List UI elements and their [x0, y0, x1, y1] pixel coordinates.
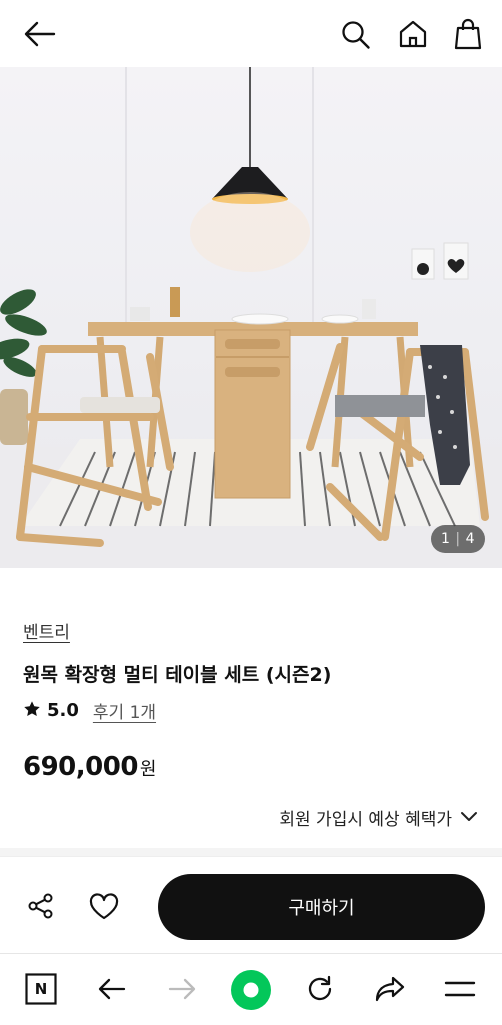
reviews-link[interactable]: 후기 1개: [93, 698, 156, 723]
naver-n-icon[interactable]: N: [24, 972, 58, 1006]
brand-link[interactable]: 벤트리: [23, 618, 70, 643]
shopping-bag-icon[interactable]: [450, 16, 486, 52]
member-benefit-label: 회원 가입시 예상 혜택가: [279, 810, 452, 830]
star-icon: [23, 700, 41, 722]
price-value: 690,000: [23, 752, 138, 782]
purchase-action-bar: 구매하기: [0, 856, 502, 953]
forward-share-icon[interactable]: [371, 972, 409, 1006]
product-image[interactable]: 1 | 4: [0, 67, 502, 568]
image-counter-separator: |: [455, 531, 461, 547]
refresh-icon[interactable]: [302, 972, 338, 1006]
image-counter-badge: 1 | 4: [431, 525, 485, 553]
browser-back-icon[interactable]: [94, 972, 130, 1006]
browser-forward-icon[interactable]: [164, 972, 200, 1006]
home-icon[interactable]: [394, 16, 432, 52]
naver-n-letter: N: [34, 980, 48, 998]
search-icon[interactable]: [338, 17, 374, 53]
buy-button[interactable]: 구매하기: [158, 874, 485, 940]
top-app-bar: [0, 0, 502, 67]
rating-row: 5.0 후기 1개: [23, 698, 156, 723]
price: 690,000 원: [23, 752, 156, 782]
member-benefit-toggle[interactable]: 회원 가입시 예상 혜택가: [279, 805, 478, 830]
section-divider: [0, 848, 502, 856]
rating-score: 5.0: [47, 700, 79, 721]
heart-icon[interactable]: [84, 889, 124, 923]
image-counter-current: 1: [440, 531, 451, 547]
price-unit: 원: [139, 759, 157, 780]
browser-nav-bar: N: [0, 953, 502, 1025]
image-counter-total: 4: [465, 531, 476, 547]
back-arrow-icon[interactable]: [20, 17, 60, 51]
chevron-down-icon: [460, 808, 478, 828]
green-dot-icon[interactable]: [229, 968, 273, 1012]
menu-icon[interactable]: [440, 972, 480, 1006]
share-icon[interactable]: [22, 889, 60, 923]
product-title: 원목 확장형 멀티 테이블 세트 (시즌2): [23, 664, 332, 686]
